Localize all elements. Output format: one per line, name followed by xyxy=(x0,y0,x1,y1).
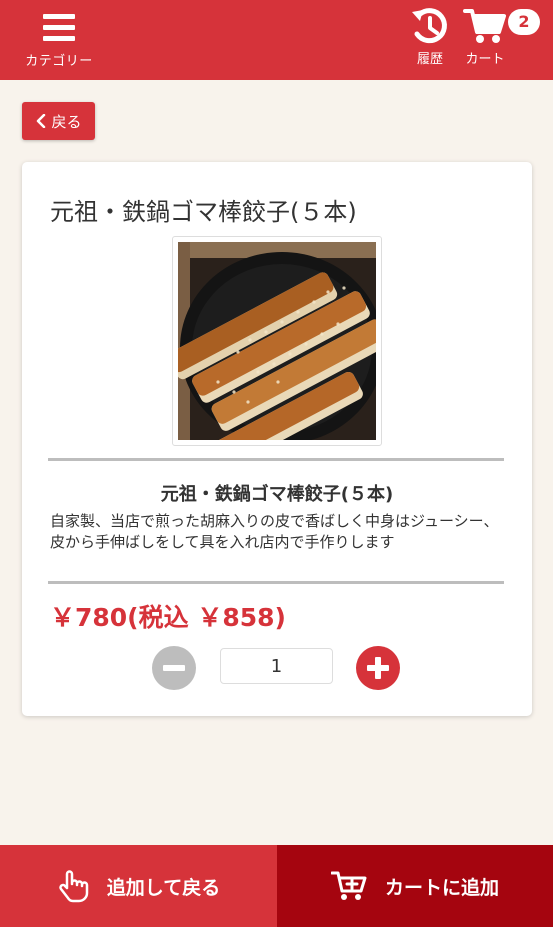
product-image xyxy=(172,236,382,446)
cart-icon xyxy=(463,9,506,43)
minus-icon xyxy=(163,665,185,671)
category-menu-button[interactable]: カテゴリー xyxy=(18,10,100,72)
product-price: ￥780(税込 ￥858) xyxy=(50,603,286,632)
product-description: 自家製、当店で煎った胡麻入りの皮で香ばしく中身はジューシー、皮から手伸ばしをして… xyxy=(50,512,499,551)
gyoza-photo-icon xyxy=(178,242,376,440)
app-header: カテゴリー 履歴 カート 2 xyxy=(0,0,553,80)
increase-quantity-button[interactable] xyxy=(356,646,400,690)
product-subtitle: 元祖・鉄鍋ゴマ棒餃子(５本) xyxy=(160,484,394,505)
cart-label: カート xyxy=(465,52,505,67)
back-button[interactable]: 戻る xyxy=(22,102,95,140)
cart-plus-icon xyxy=(330,871,367,900)
product-card: 元祖・鉄鍋ゴマ棒餃子(５本) 元祖・鉄鍋ゴマ棒餃子(５本) 自家製、当店で煎った… xyxy=(22,162,532,716)
add-and-back-label: 追加して戻る xyxy=(106,876,221,899)
decrease-quantity-button[interactable] xyxy=(152,646,196,690)
divider-bottom xyxy=(48,581,504,584)
add-to-cart-label: カートに追加 xyxy=(384,876,499,899)
cart-count-badge: 2 xyxy=(508,9,540,35)
back-label: 戻る xyxy=(51,112,82,131)
cart-button[interactable]: カート xyxy=(455,6,515,72)
quantity-input[interactable] xyxy=(220,648,333,684)
hamburger-icon xyxy=(43,14,75,41)
divider-top xyxy=(48,458,504,461)
history-label: 履歴 xyxy=(416,52,443,67)
category-menu-label: カテゴリー xyxy=(25,54,93,69)
chevron-left-icon xyxy=(37,114,46,128)
tap-hand-icon xyxy=(59,870,89,903)
add-to-cart-button[interactable]: カートに追加 xyxy=(277,845,553,927)
product-title: 元祖・鉄鍋ゴマ棒餃子(５本) xyxy=(50,198,357,226)
history-icon xyxy=(412,8,447,44)
add-and-back-button[interactable]: 追加して戻る xyxy=(0,845,277,927)
history-button[interactable]: 履歴 xyxy=(405,6,455,72)
